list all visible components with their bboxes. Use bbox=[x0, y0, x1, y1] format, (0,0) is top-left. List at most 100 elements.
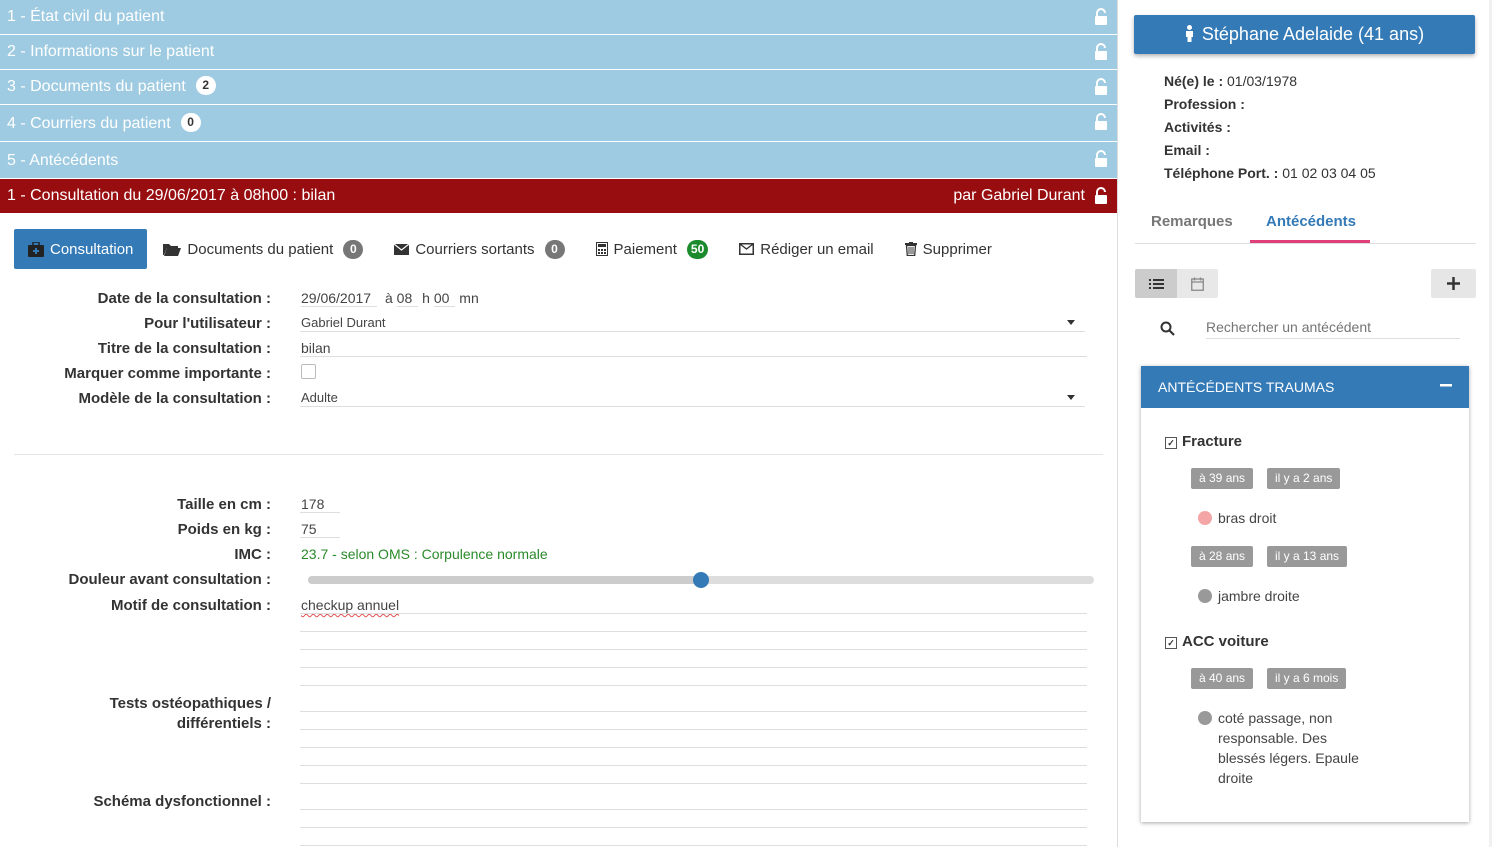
courriers-button-label: Courriers sortants bbox=[415, 240, 535, 258]
model-select-underline bbox=[300, 406, 1085, 407]
accordion-informations[interactable]: 2 - Informations sur le patient bbox=[0, 35, 1117, 70]
reason-textarea[interactable]: checkup annuel bbox=[301, 597, 399, 613]
delete-button[interactable]: Supprimer bbox=[904, 229, 992, 269]
phone-label: Téléphone Port. : bbox=[1164, 165, 1279, 181]
accordion-courriers[interactable]: 4 - Courriers du patient 0 bbox=[0, 105, 1117, 142]
status-dot bbox=[1198, 711, 1212, 725]
mn-text: mn bbox=[459, 290, 479, 306]
accordion-etat-civil[interactable]: 1 - État civil du patient bbox=[0, 0, 1117, 35]
model-select[interactable]: Adulte bbox=[301, 390, 338, 405]
textarea-line[interactable] bbox=[300, 747, 1087, 748]
trauma-card: ANTÉCÉDENTS TRAUMAS ✓ Fracture à 39 ans i… bbox=[1141, 366, 1469, 822]
accordion-documents[interactable]: 3 - Documents du patient 2 bbox=[0, 70, 1117, 105]
view-toggle-group bbox=[1135, 269, 1218, 298]
age-tag: à 40 ans bbox=[1191, 668, 1254, 689]
chevron-down-icon[interactable] bbox=[1067, 320, 1075, 325]
age-tag: à 28 ans bbox=[1191, 546, 1254, 567]
unlock-icon[interactable] bbox=[1094, 187, 1108, 205]
pain-slider[interactable] bbox=[308, 572, 1094, 588]
trauma-card-header[interactable]: ANTÉCÉDENTS TRAUMAS bbox=[1141, 366, 1469, 408]
pain-slider-handle[interactable] bbox=[693, 572, 709, 588]
textarea-line[interactable] bbox=[300, 845, 1087, 846]
weight-label: Poids en kg : bbox=[177, 521, 271, 538]
accordion-label: 5 - Antécédents bbox=[7, 152, 119, 169]
list-view-button[interactable] bbox=[1135, 269, 1177, 298]
search-antecedent-input[interactable] bbox=[1206, 316, 1460, 339]
height-input[interactable]: 178 bbox=[301, 496, 324, 512]
consultation-author: par Gabriel Durant bbox=[953, 187, 1085, 204]
chevron-down-icon[interactable] bbox=[1067, 395, 1075, 400]
calendar-icon bbox=[1191, 277, 1204, 291]
textarea-line[interactable] bbox=[300, 765, 1087, 766]
delete-button-label: Supprimer bbox=[922, 240, 992, 258]
reason-label: Motif de consultation : bbox=[111, 597, 271, 614]
textarea-line[interactable] bbox=[300, 783, 1087, 784]
reason-text: checkup annuel bbox=[301, 597, 400, 613]
tab-antecedents[interactable]: Antécédents bbox=[1266, 213, 1356, 230]
unlock-icon[interactable] bbox=[1094, 113, 1108, 131]
courriers-button[interactable]: Courriers sortants 0 bbox=[394, 229, 565, 269]
trash-icon bbox=[904, 242, 917, 256]
important-checkbox[interactable] bbox=[301, 364, 316, 379]
consultation-header[interactable]: 1 - Consultation du 29/06/2017 à 08h00 :… bbox=[0, 179, 1117, 213]
pain-label: Douleur avant consultation : bbox=[68, 571, 271, 588]
checkbox-checked-icon: ✓ bbox=[1165, 437, 1177, 449]
ago-tag: il y a 13 ans bbox=[1267, 546, 1348, 567]
unlock-icon[interactable] bbox=[1094, 78, 1108, 96]
add-antecedent-button[interactable] bbox=[1431, 269, 1476, 298]
email-button[interactable]: Rédiger un email bbox=[739, 229, 874, 269]
title-input[interactable]: bilan bbox=[301, 340, 331, 356]
folder-open-icon bbox=[163, 244, 182, 256]
textarea-line[interactable] bbox=[300, 827, 1087, 828]
activities-row: Activités : bbox=[1164, 119, 1231, 135]
consultation-toolbar: Consultation Documents du patient 0 Cour… bbox=[14, 229, 1023, 269]
accordion-antecedents[interactable]: 5 - Antécédents bbox=[0, 142, 1117, 179]
section-divider bbox=[14, 454, 1103, 455]
detail-line: blessés légers. Epaule bbox=[1218, 750, 1359, 766]
email-row: Email : bbox=[1164, 142, 1210, 158]
textarea-line[interactable] bbox=[300, 729, 1087, 730]
tests-label-1: Tests ostéopathiques / bbox=[109, 695, 271, 712]
patient-name-button[interactable]: Stéphane Adelaide (41 ans) bbox=[1134, 15, 1475, 54]
pain-slider-fill bbox=[308, 576, 701, 584]
detail-line: coté passage, non bbox=[1218, 710, 1333, 726]
envelope-icon bbox=[394, 243, 410, 255]
antecedent-detail: bras droit bbox=[1218, 510, 1277, 526]
consultation-button[interactable]: Consultation bbox=[14, 229, 148, 269]
weight-input-underline bbox=[300, 537, 340, 538]
user-select[interactable]: Gabriel Durant bbox=[301, 315, 386, 330]
date-input[interactable]: 29/06/2017 bbox=[301, 290, 378, 307]
collapse-icon[interactable] bbox=[1440, 384, 1452, 387]
calendar-view-button[interactable] bbox=[1177, 269, 1218, 298]
important-label: Marquer comme importante : bbox=[64, 365, 271, 382]
bmi-label: IMC : bbox=[234, 546, 271, 563]
textarea-line[interactable] bbox=[300, 809, 1087, 810]
textarea-line bbox=[300, 649, 1087, 650]
paiement-button[interactable]: Paiement 50 bbox=[595, 229, 709, 269]
documents-button[interactable]: Documents du patient 0 bbox=[163, 229, 364, 269]
minute-input[interactable]: 00 bbox=[433, 290, 456, 307]
unlock-icon[interactable] bbox=[1094, 8, 1108, 26]
antecedent-title: Fracture bbox=[1182, 433, 1243, 450]
model-label: Modèle de la consultation : bbox=[78, 390, 271, 407]
date-row: 29/06/2017 à 08 h 00 mn bbox=[301, 290, 479, 307]
checkbox-checked-icon: ✓ bbox=[1165, 637, 1177, 649]
textarea-line bbox=[300, 613, 1087, 614]
weight-input[interactable]: 75 bbox=[301, 521, 317, 537]
unlock-icon[interactable] bbox=[1094, 43, 1108, 61]
height-label: Taille en cm : bbox=[177, 496, 271, 513]
textarea-line[interactable] bbox=[300, 711, 1087, 712]
unlock-icon[interactable] bbox=[1094, 150, 1108, 168]
paiement-button-label: Paiement bbox=[613, 240, 677, 258]
at-text: à bbox=[384, 290, 393, 306]
status-dot bbox=[1198, 589, 1212, 603]
bmi-value: 23.7 - selon OMS : Corpulence normale bbox=[301, 546, 548, 562]
born-value: 01/03/1978 bbox=[1227, 73, 1298, 89]
h-text: h bbox=[422, 290, 430, 306]
antecedent-acc-voiture[interactable]: ✓ ACC voiture bbox=[1165, 633, 1269, 650]
profession-row: Profession : bbox=[1164, 96, 1245, 112]
tab-remarques[interactable]: Remarques bbox=[1151, 213, 1233, 230]
email-label: Email : bbox=[1164, 142, 1210, 158]
antecedent-fracture[interactable]: ✓ Fracture bbox=[1165, 433, 1242, 450]
hour-input[interactable]: 08 bbox=[396, 290, 419, 307]
